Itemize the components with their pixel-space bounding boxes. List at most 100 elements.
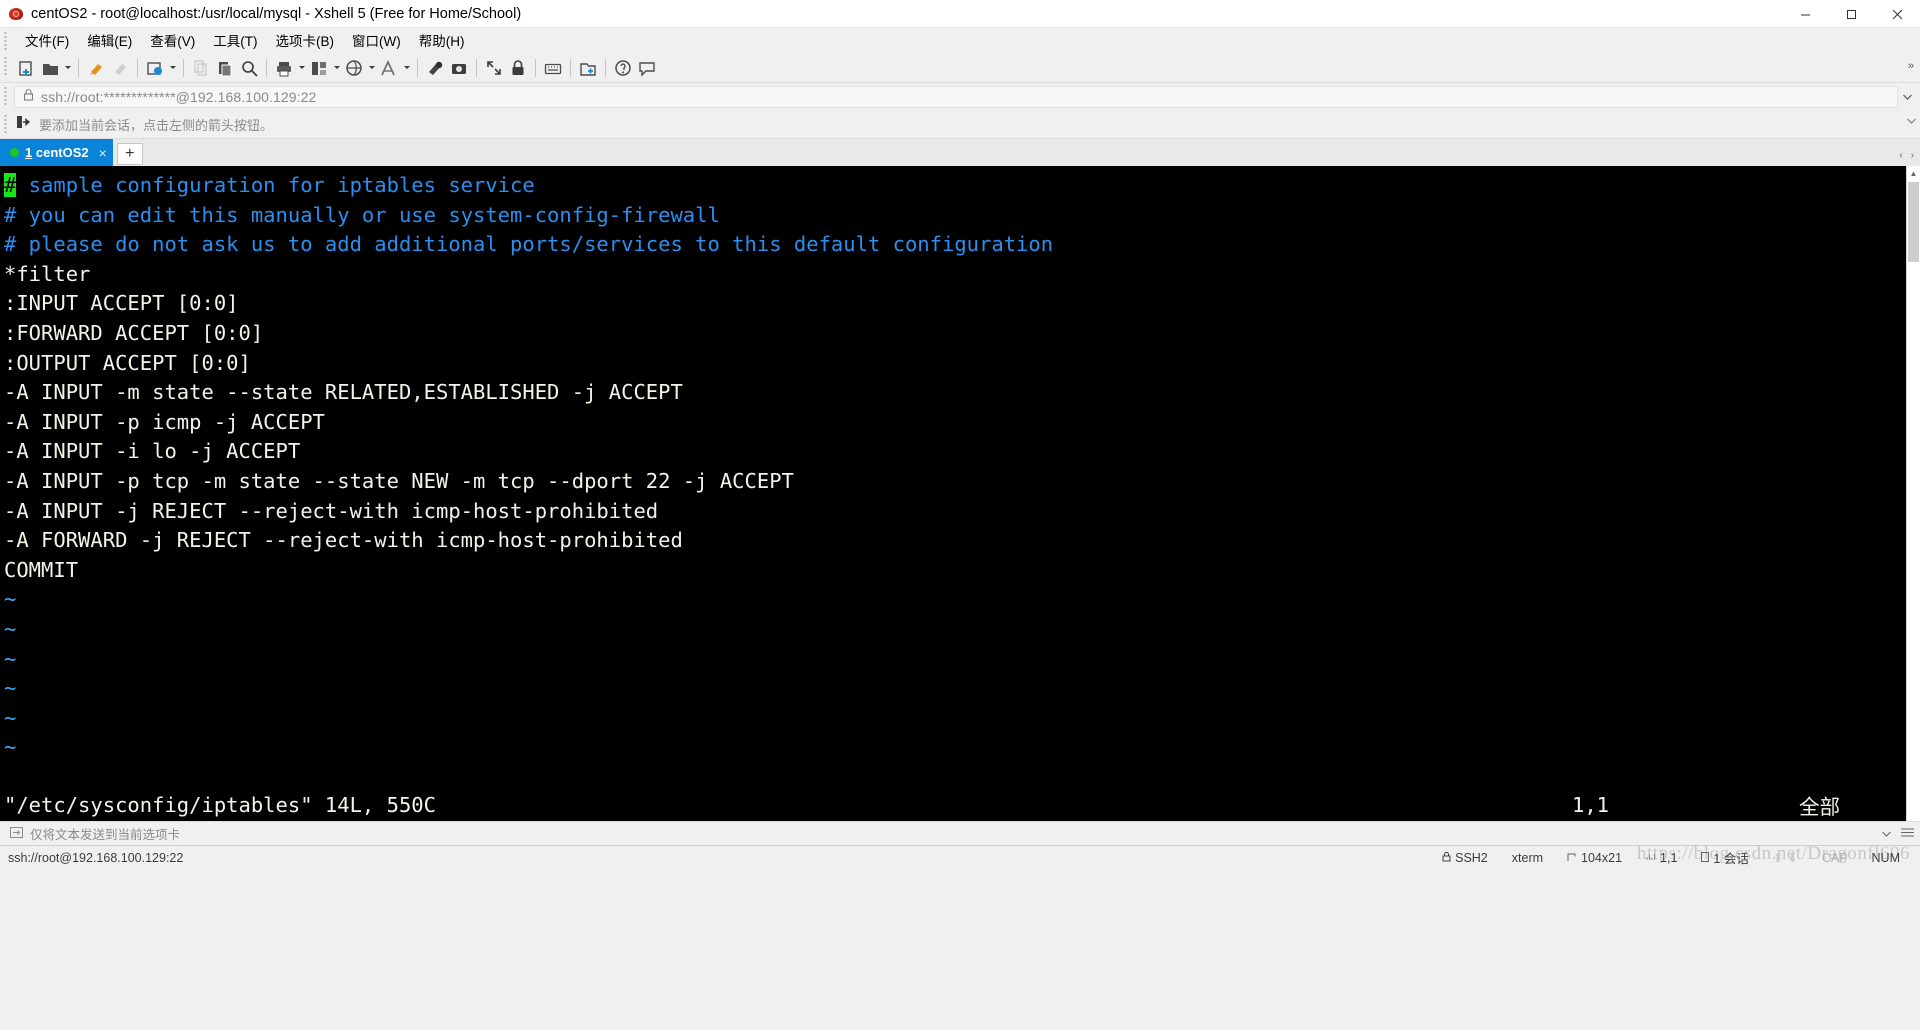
new-folder-icon[interactable] — [576, 56, 600, 80]
terminal-screen[interactable]: # sample configuration for iptables serv… — [0, 166, 1920, 821]
transfer-icon[interactable] — [342, 56, 366, 80]
paste-icon[interactable] — [213, 56, 237, 80]
terminal-line-text: ~ — [4, 646, 17, 671]
terminal-line-text: ~ — [4, 587, 17, 612]
close-button[interactable] — [1874, 0, 1920, 28]
terminal-line-text: COMMIT — [4, 557, 79, 582]
vim-status-position: 1,1 — [1572, 793, 1610, 817]
scrollbar-thumb[interactable] — [1908, 182, 1919, 262]
terminal-line-text: -A INPUT -i lo -j ACCEPT — [4, 439, 301, 464]
menu-tools[interactable]: 工具(T) — [204, 28, 266, 52]
tool-bar: » — [0, 53, 1920, 83]
fullscreen-icon[interactable] — [482, 56, 506, 80]
terminal-line-text: *filter — [4, 261, 91, 286]
chevron-down-icon[interactable] — [1882, 828, 1891, 840]
menu-window[interactable]: 窗口(W) — [343, 28, 410, 52]
terminal-line: ~ — [4, 585, 1920, 615]
new-tab-button[interactable]: + — [116, 143, 143, 165]
terminal-line: -A INPUT -m state --state RELATED,ESTABL… — [4, 378, 1920, 408]
status-terminal-type: xterm — [1511, 850, 1544, 865]
tab-status-dot — [10, 148, 19, 157]
send-bar-controls[interactable] — [1882, 827, 1914, 840]
tab-close-icon[interactable]: × — [99, 146, 107, 160]
terminal-line: -A INPUT -i lo -j ACCEPT — [4, 437, 1920, 467]
resize-icon — [1567, 851, 1577, 865]
hamburger-icon[interactable] — [1901, 827, 1914, 840]
terminal-line: :INPUT ACCEPT [0:0] — [4, 289, 1920, 319]
toolbar-separator — [417, 58, 418, 77]
terminal-line: -A INPUT -p tcp -m state --state NEW -m … — [4, 467, 1920, 497]
terminal-line: # you can edit this manually or use syst… — [4, 201, 1920, 231]
chevron-down-icon[interactable] — [1898, 86, 1916, 108]
hint-bar: 要添加当前会话，点击左侧的箭头按钮。 — [0, 111, 1920, 139]
addressbar-grip[interactable] — [4, 86, 7, 105]
xshell-snail-icon — [8, 6, 24, 22]
terminal-line-text: :OUTPUT ACCEPT [0:0] — [4, 350, 251, 375]
lock-icon[interactable] — [506, 56, 530, 80]
terminal-line: *filter — [4, 260, 1920, 290]
address-input[interactable]: ssh://root:*************@192.168.100.129… — [14, 86, 1898, 108]
menu-edit[interactable]: 编辑(E) — [78, 28, 141, 52]
transfer-dropdown-icon[interactable] — [366, 56, 377, 80]
terminal-line: # sample configuration for iptables serv… — [4, 171, 1920, 201]
toolbar-overflow-button[interactable]: » — [1908, 60, 1914, 72]
vim-status-line: "/etc/sysconfig/iptables" 14L, 550C 1,1 … — [4, 793, 1920, 819]
start-log-icon[interactable] — [423, 56, 447, 80]
open-session-icon[interactable] — [38, 56, 62, 80]
print-icon[interactable] — [272, 56, 296, 80]
screen-capture-icon[interactable] — [447, 56, 471, 80]
terminal-content: # sample configuration for iptables serv… — [0, 166, 1920, 763]
layout-icon[interactable] — [307, 56, 331, 80]
minimize-button[interactable] — [1782, 0, 1828, 28]
status-transfer-arrows: ⬆ ⬇ — [1761, 850, 1810, 865]
terminal-line-text: ~ — [4, 676, 17, 701]
terminal-line: ~ — [4, 674, 1920, 704]
window-title: centOS2 - root@localhost:/usr/local/mysq… — [31, 5, 522, 22]
status-cursor-label: 1,1 — [1660, 850, 1678, 865]
terminal-line: COMMIT — [4, 556, 1920, 586]
menu-file[interactable]: 文件(F) — [16, 28, 78, 52]
cursor-icon — [1646, 851, 1656, 865]
send-to-tab-icon — [10, 825, 23, 843]
lock-icon — [1442, 851, 1451, 865]
font-dropdown-icon[interactable] — [401, 56, 412, 80]
menu-help[interactable]: 帮助(H) — [410, 28, 474, 52]
connect-icon[interactable] — [84, 56, 108, 80]
maximize-button[interactable] — [1828, 0, 1874, 28]
status-sessions: 1 会话 — [1689, 848, 1760, 867]
tab-nav-controls[interactable]: ‹ › — [1899, 150, 1914, 161]
window-controls — [1782, 0, 1920, 28]
tab-next-icon[interactable]: › — [1911, 150, 1914, 161]
terminal-line: ~ — [4, 645, 1920, 675]
hint-text: 要添加当前会话，点击左侧的箭头按钮。 — [39, 118, 274, 133]
layout-dropdown-icon[interactable] — [331, 56, 342, 80]
tab-prev-icon[interactable]: ‹ — [1899, 150, 1902, 161]
menubar-grip[interactable] — [4, 31, 7, 50]
disconnect-icon — [108, 56, 132, 80]
new-session-icon[interactable] — [14, 56, 38, 80]
keyboard-icon[interactable] — [541, 56, 565, 80]
help-icon[interactable] — [611, 56, 635, 80]
tab-centos2[interactable]: 1 centOS2 × — [0, 139, 113, 166]
session-properties-icon[interactable] — [143, 56, 167, 80]
font-icon[interactable] — [377, 56, 401, 80]
status-protocol-label: SSH2 — [1455, 850, 1488, 865]
open-session-dropdown-icon[interactable] — [62, 56, 73, 80]
scroll-up-icon[interactable]: ▲ — [1907, 166, 1920, 180]
terminal-scrollbar[interactable]: ▲ — [1906, 166, 1920, 821]
tab-label: 1 centOS2 — [25, 145, 89, 160]
comment-icon[interactable] — [635, 56, 659, 80]
terminal-line-text: # please do not ask us to add additional… — [4, 232, 1054, 257]
session-properties-dropdown-icon[interactable] — [167, 56, 178, 80]
toolbar-separator — [183, 58, 184, 77]
hintbar-scroll-controls[interactable] — [1907, 118, 1916, 125]
hintbar-grip[interactable] — [4, 114, 7, 133]
print-dropdown-icon[interactable] — [296, 56, 307, 80]
toolbar-grip[interactable] — [4, 56, 7, 75]
menu-view[interactable]: 查看(V) — [141, 28, 204, 52]
add-session-arrow-icon[interactable] — [16, 115, 31, 134]
vim-status-file: "/etc/sysconfig/iptables" 14L, 550C — [4, 793, 436, 817]
find-icon[interactable] — [237, 56, 261, 80]
menu-tabs[interactable]: 选项卡(B) — [267, 28, 344, 52]
toolbar-separator — [535, 58, 536, 77]
